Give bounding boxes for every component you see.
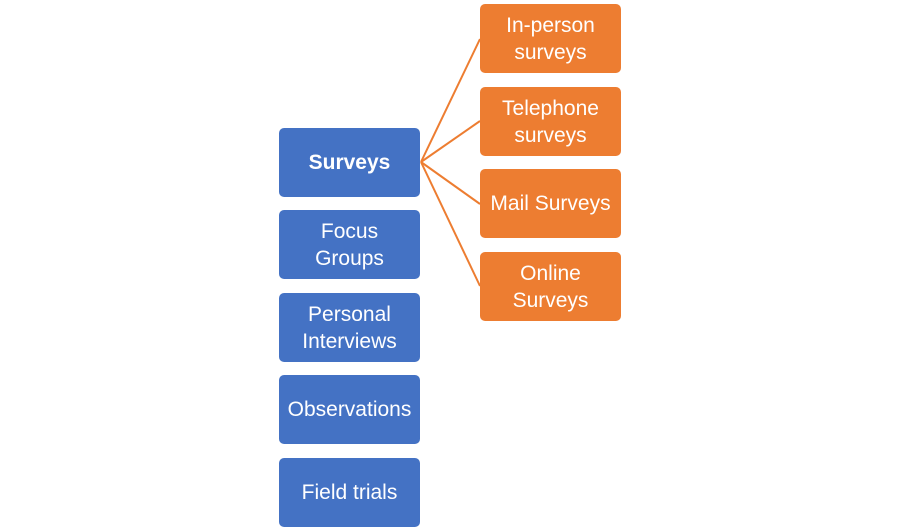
node-label: Field trials — [301, 481, 398, 504]
connector-lines — [420, 38, 481, 287]
node-online-surveys: Online Surveys — [480, 252, 621, 321]
node-label: Online Surveys — [512, 261, 589, 312]
connector-line — [420, 38, 481, 163]
node-label: In-person surveys — [506, 13, 595, 64]
node-surveys: Surveys — [279, 128, 420, 197]
connector-line — [420, 161, 481, 287]
node-mail-surveys: Mail Surveys — [480, 169, 621, 238]
node-observations: Observations — [279, 375, 420, 444]
node-in-person-surveys: In-person surveys — [480, 4, 621, 73]
connector-line — [420, 161, 481, 205]
node-label: Focus Groups — [315, 219, 384, 270]
node-telephone-surveys: Telephone surveys — [480, 87, 621, 156]
node-field-trials: Field trials — [279, 458, 420, 527]
node-personal-interviews: Personal Interviews — [279, 293, 420, 362]
node-label: Telephone surveys — [502, 96, 599, 147]
node-focus-groups: Focus Groups — [279, 210, 420, 279]
node-label: Surveys — [308, 151, 391, 174]
node-label: Mail Surveys — [490, 192, 611, 215]
node-label: Observations — [287, 398, 412, 421]
node-label: Personal Interviews — [302, 302, 397, 353]
